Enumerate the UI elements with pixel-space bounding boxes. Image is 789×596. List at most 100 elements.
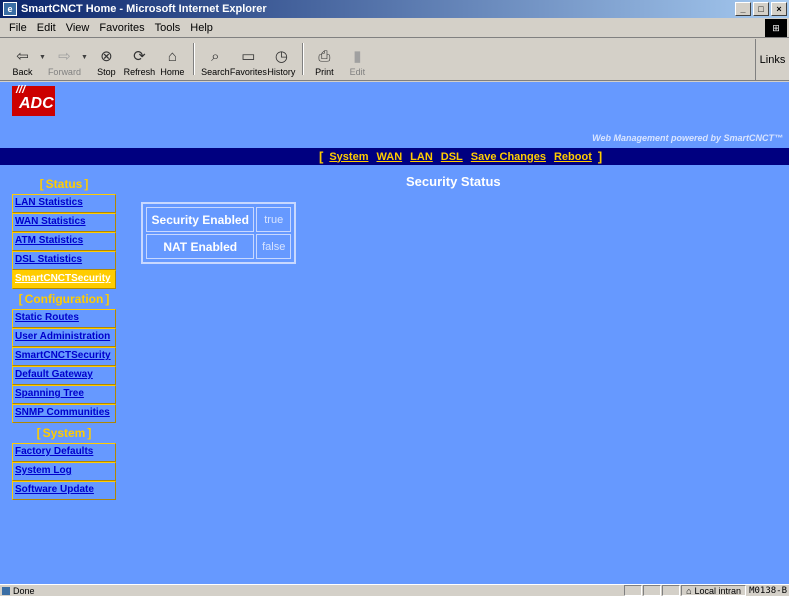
menu-favorites[interactable]: Favorites (94, 22, 149, 34)
links-button[interactable]: Links (755, 39, 789, 81)
maximize-button[interactable]: □ (753, 2, 769, 16)
nav-system[interactable]: System (329, 151, 368, 163)
zone-label: Local intran (694, 585, 742, 596)
toolbar-separator (301, 43, 304, 75)
nav-save-changes[interactable]: Save Changes (471, 151, 546, 163)
window-controls: _ □ × (735, 2, 787, 16)
bracket-left: [ (18, 292, 23, 306)
sidebar-item-system-log[interactable]: System Log (12, 462, 116, 481)
nat-enabled-value: false (256, 234, 291, 259)
favorites-label: Favorites (229, 67, 267, 77)
sidebar-heading-system: [ System ] (12, 423, 116, 443)
status-cell (624, 585, 643, 596)
page-done-icon (2, 586, 10, 595)
page-header: /// ADC Web Management powered by SmartC… (0, 82, 789, 148)
edit-icon: ▮ (353, 48, 362, 65)
bracket-left: [ (39, 177, 44, 191)
nat-enabled-label: NAT Enabled (146, 234, 255, 259)
sidebar-item-default-gateway[interactable]: Default Gateway (12, 366, 116, 385)
stop-button[interactable]: ⊗ Stop (90, 39, 123, 78)
configuration-heading-text: Configuration (24, 292, 104, 306)
logo-text: ADC (19, 95, 54, 112)
sidebar-heading-status: [ Status ] (12, 174, 116, 194)
sidebar-item-spanning-tree[interactable]: Spanning Tree (12, 385, 116, 404)
forward-dropdown-icon[interactable]: ▼ (81, 54, 88, 61)
sidebar-item-lan-statistics[interactable]: LAN Statistics (12, 194, 116, 213)
window-title-bar[interactable]: e SmartCNCT Home - Microsoft Internet Ex… (0, 0, 789, 18)
history-label: History (267, 67, 296, 77)
status-heading-text: Status (45, 177, 83, 191)
minimize-button[interactable]: _ (735, 2, 751, 16)
table-row: NAT Enabled false (146, 234, 291, 259)
forward-label: Forward (47, 67, 81, 77)
bracket-right: ] (105, 292, 110, 306)
menu-tools[interactable]: Tools (150, 22, 186, 34)
back-arrow-icon: ⇦ (16, 48, 29, 65)
refresh-button[interactable]: ⟳ Refresh (123, 39, 156, 78)
image-code: M0138-B (749, 585, 787, 596)
security-enabled-label: Security Enabled (146, 207, 255, 232)
sidebar-item-security-status[interactable]: SmartCNCTSecurity (12, 270, 116, 289)
status-cell (643, 585, 662, 596)
print-icon: ⎙ (318, 48, 331, 65)
search-icon: ⌕ (211, 48, 220, 65)
sidebar-item-static-routes[interactable]: Static Routes (12, 309, 116, 328)
forward-arrow-icon: ⇨ (58, 48, 71, 65)
sidebar: [ Status ] LAN Statistics WAN Statistics… (12, 174, 116, 500)
favorites-button[interactable]: ▭ Favorites (229, 39, 267, 78)
sidebar-item-factory-defaults[interactable]: Factory Defaults (12, 443, 116, 462)
bracket-right: ] (84, 177, 89, 191)
history-button[interactable]: ◷ History (265, 39, 298, 78)
bracket-right: ] (87, 426, 92, 440)
security-status-table: Security Enabled true NAT Enabled false (141, 202, 296, 264)
security-enabled-value: true (256, 207, 291, 232)
nav-reboot[interactable]: Reboot (554, 151, 592, 163)
windows-logo-icon: ⊞ (765, 19, 787, 37)
sidebar-item-snmp-communities[interactable]: SNMP Communities (12, 404, 116, 423)
intranet-icon: ⌂ (686, 585, 692, 596)
page-content: /// ADC Web Management powered by SmartC… (0, 82, 789, 584)
stop-label: Stop (97, 67, 116, 77)
history-icon: ◷ (274, 48, 288, 65)
status-text: Done (13, 585, 35, 596)
close-button[interactable]: × (771, 2, 787, 16)
print-button[interactable]: ⎙ Print (308, 39, 341, 78)
nav-bracket-right: ] (597, 149, 603, 164)
refresh-label: Refresh (123, 67, 156, 77)
edit-button[interactable]: ▮ Edit (341, 39, 374, 78)
top-nav: [ System WAN LAN DSL Save Changes Reboot… (0, 148, 789, 165)
status-text-area: Done (0, 586, 624, 596)
adc-logo: /// ADC (12, 84, 55, 116)
nav-wan[interactable]: WAN (376, 151, 402, 163)
back-button[interactable]: ⇦ Back (6, 39, 39, 78)
toolbar: ⇦ Back ▼ ⇨ Forward ▼ ⊗ Stop ⟳ Refresh ⌂ … (0, 39, 789, 81)
menu-help[interactable]: Help (185, 22, 218, 34)
bracket-left: [ (36, 426, 41, 440)
refresh-icon: ⟳ (133, 48, 146, 65)
sidebar-item-atm-statistics[interactable]: ATM Statistics (12, 232, 116, 251)
home-button[interactable]: ⌂ Home (156, 39, 189, 78)
menu-edit[interactable]: Edit (32, 22, 61, 34)
forward-button[interactable]: ⇨ Forward (47, 39, 81, 78)
nav-lan[interactable]: LAN (410, 151, 433, 163)
sidebar-item-dsl-statistics[interactable]: DSL Statistics (12, 251, 116, 270)
status-bar: Done ⌂ Local intran M0138-B (0, 584, 789, 596)
sidebar-item-software-update[interactable]: Software Update (12, 481, 116, 500)
sidebar-item-security-config[interactable]: SmartCNCTSecurity (12, 347, 116, 366)
menu-file[interactable]: File (4, 22, 32, 34)
search-label: Search (201, 67, 230, 77)
edit-label: Edit (349, 67, 366, 77)
status-cell (662, 585, 681, 596)
security-zone: ⌂ Local intran (681, 585, 747, 596)
print-label: Print (315, 67, 334, 77)
search-button[interactable]: ⌕ Search (199, 39, 232, 78)
powered-by-text: Web Management powered by SmartCNCT™ (592, 133, 783, 143)
sidebar-item-user-administration[interactable]: User Administration (12, 328, 116, 347)
menu-view[interactable]: View (61, 22, 95, 34)
sidebar-item-wan-statistics[interactable]: WAN Statistics (12, 213, 116, 232)
toolbar-separator (192, 43, 195, 75)
page-title: Security Status (406, 174, 501, 189)
back-dropdown-icon[interactable]: ▼ (39, 54, 46, 61)
nav-dsl[interactable]: DSL (441, 151, 463, 163)
sidebar-heading-configuration: [ Configuration ] (12, 289, 116, 309)
